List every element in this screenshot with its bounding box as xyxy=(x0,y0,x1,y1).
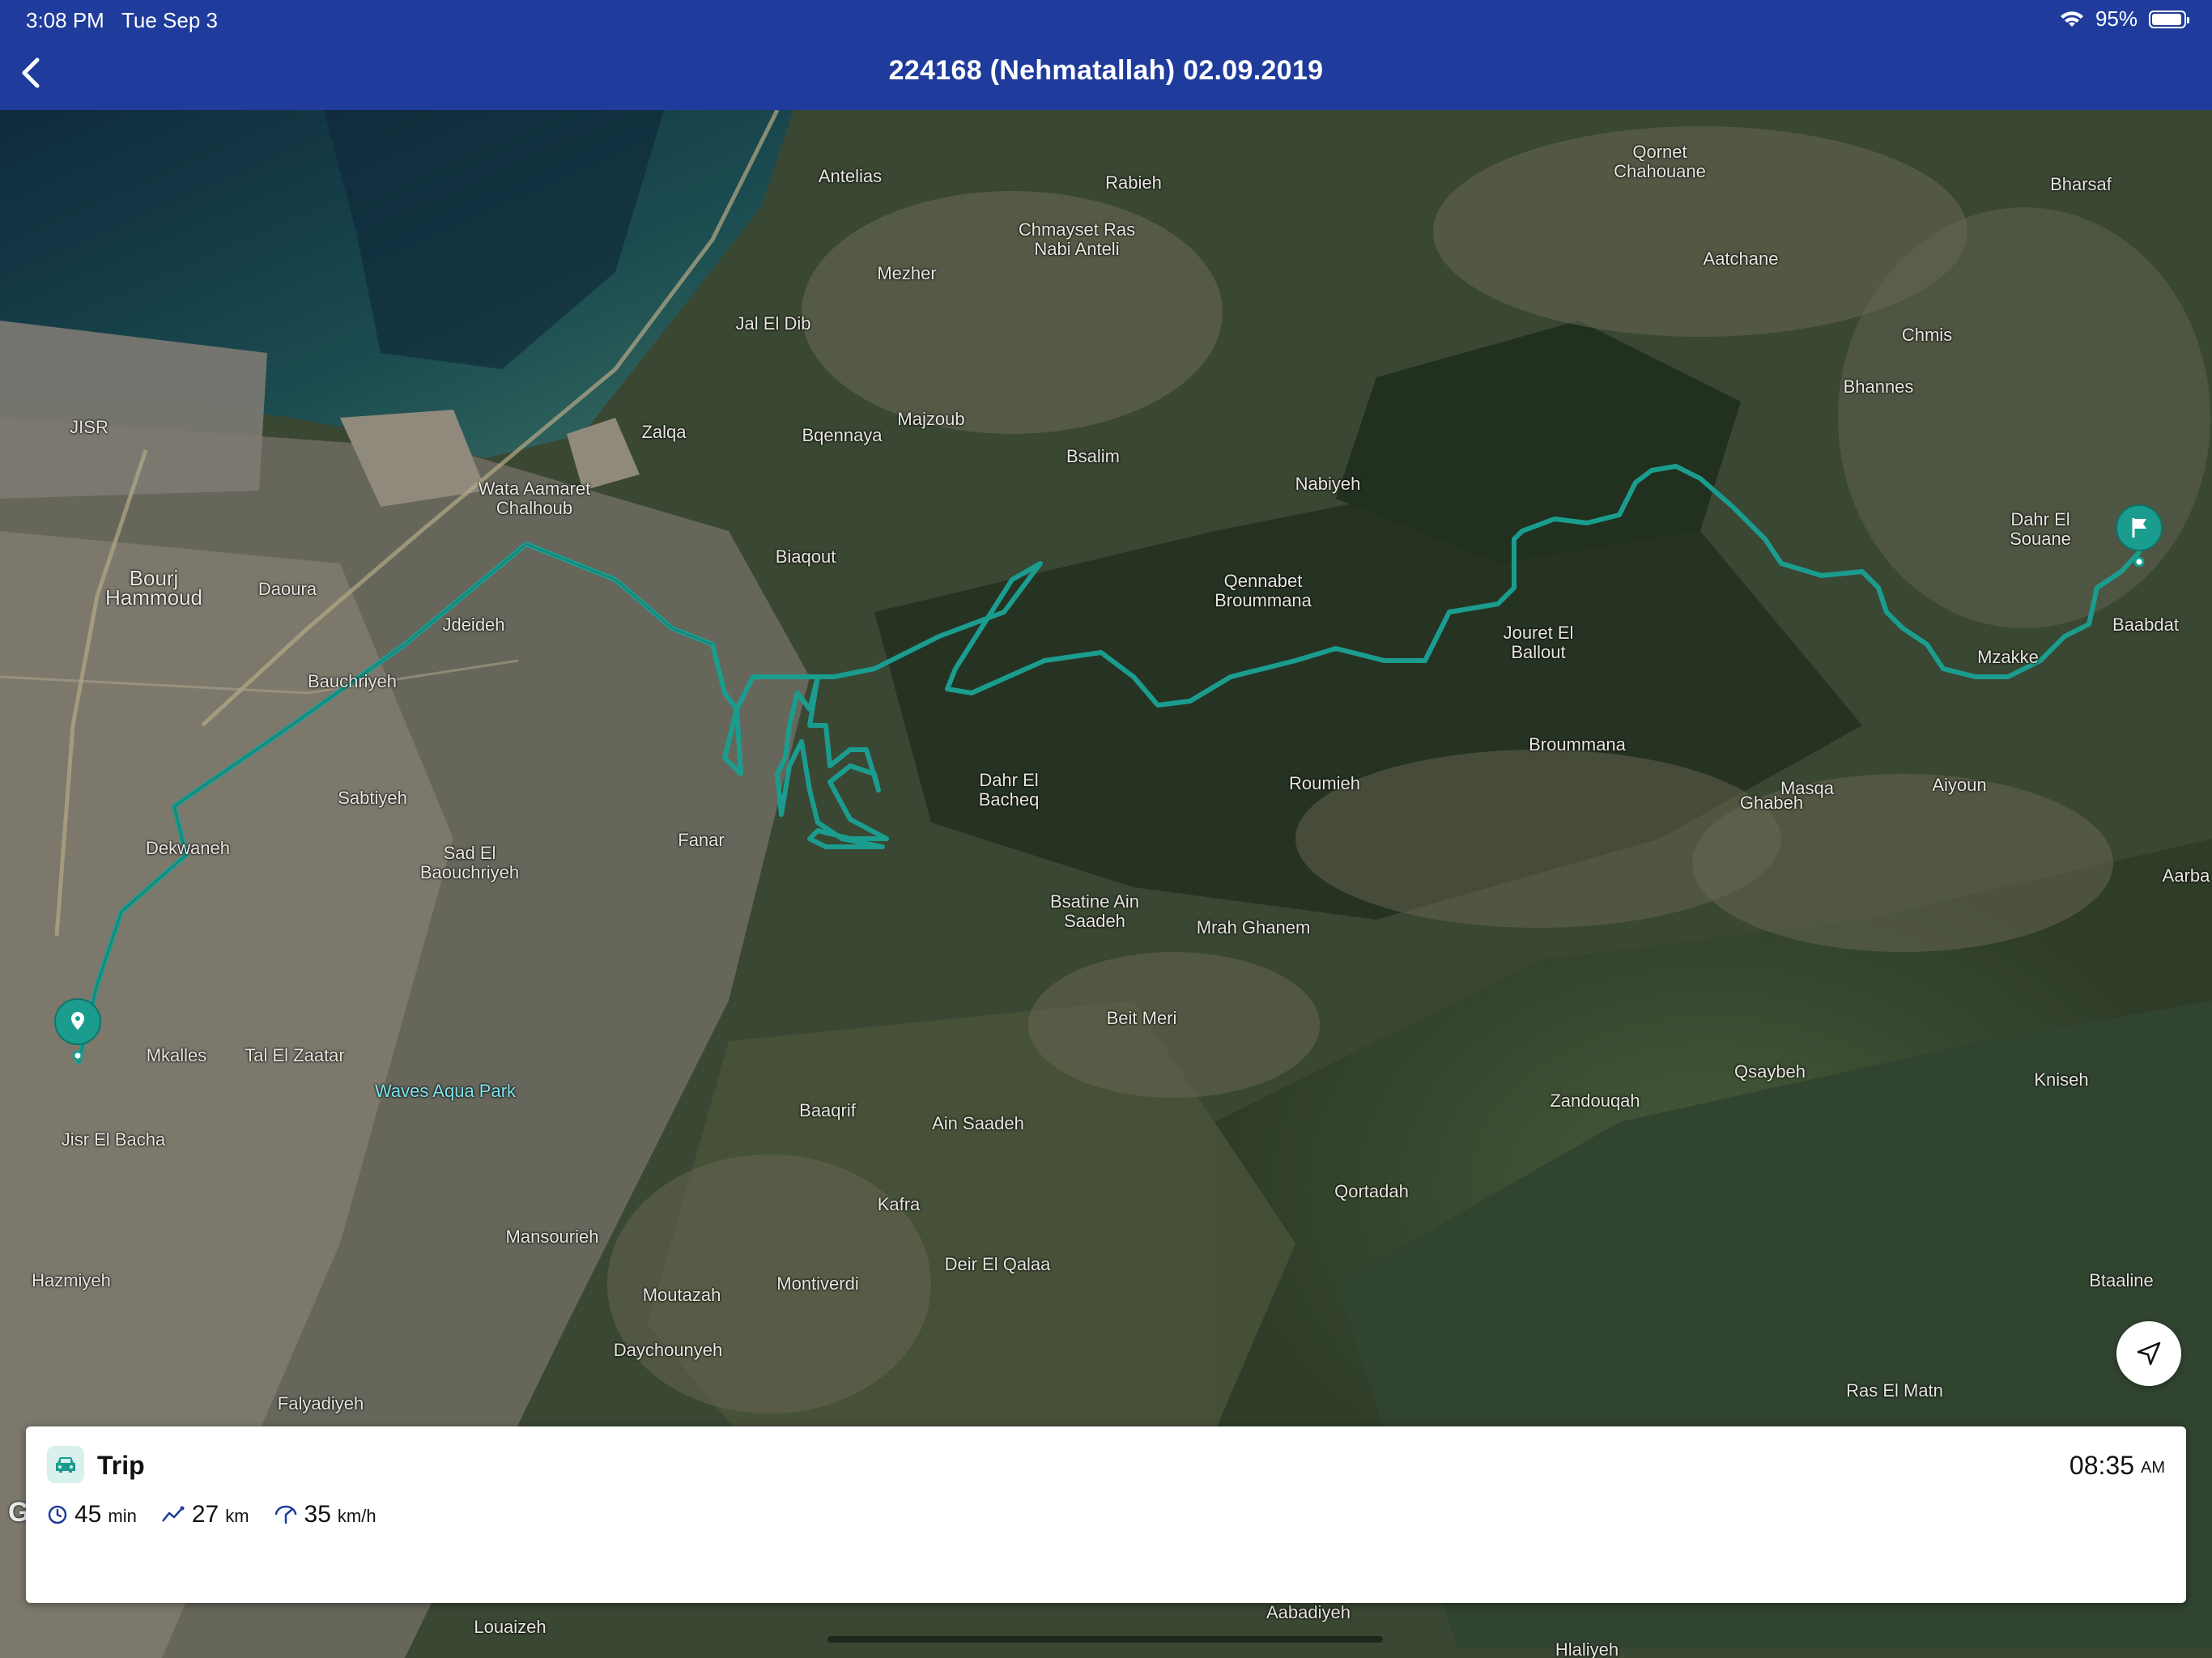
place-label: Mezher xyxy=(877,263,937,283)
speedometer-icon xyxy=(274,1505,296,1524)
place-label: Hlaliyeh xyxy=(1555,1639,1619,1658)
place-label: Qortadah xyxy=(1334,1181,1409,1201)
place-label: Montiverdi xyxy=(776,1273,859,1294)
place-label: Jisr El Bacha xyxy=(61,1129,166,1150)
place-label: Daychounyeh xyxy=(613,1340,723,1360)
place-label: Hazmiyeh xyxy=(32,1270,111,1290)
place-label: Bqennaya xyxy=(802,425,883,445)
place-label: Waves Aqua Park xyxy=(374,1081,517,1101)
place-label: Beit Meri xyxy=(1106,1008,1177,1028)
clock-icon xyxy=(48,1505,67,1524)
place-label: Bsalim xyxy=(1066,446,1121,466)
place-label: Aabadiyeh xyxy=(1266,1602,1351,1622)
place-label: Mrah Ghanem xyxy=(1196,917,1311,937)
place-label: Wata Aamaret Chalhoub xyxy=(478,478,591,518)
place-label: Moutazah xyxy=(642,1285,721,1305)
place-label: Bhannes xyxy=(1843,376,1914,397)
battery-icon xyxy=(2149,10,2189,28)
place-label: Chmayset Ras Nabi Anteli xyxy=(1018,219,1136,259)
location-pin-icon xyxy=(54,998,101,1061)
duration-unit: min xyxy=(108,1506,137,1526)
place-label: Baabdat xyxy=(2112,614,2179,635)
home-indicator[interactable] xyxy=(827,1636,1383,1643)
place-label: Sabtiyeh xyxy=(338,788,407,808)
place-label: Nabiyeh xyxy=(1295,474,1361,494)
duration-stat: 45 min xyxy=(47,1501,137,1528)
place-label: Tal El Zaatar xyxy=(245,1045,345,1065)
distance-value: 27 xyxy=(191,1501,219,1528)
place-label: Chmis xyxy=(1901,325,1953,345)
place-label: Broummana xyxy=(1529,734,1626,755)
place-label: Bauchriyeh xyxy=(307,671,398,691)
navigation-arrow-icon xyxy=(2137,1341,2161,1366)
place-label: Zalqa xyxy=(641,422,687,442)
place-label: Kafra xyxy=(877,1194,921,1214)
place-label: Biaqout xyxy=(775,546,836,567)
place-label: Aarba xyxy=(2162,865,2210,886)
flag-icon xyxy=(2116,504,2163,568)
place-label: Mansourieh xyxy=(505,1226,599,1247)
status-date: Tue Sep 3 xyxy=(121,8,219,32)
status-bar: 3:08 PM Tue Sep 3 95% xyxy=(0,0,2212,39)
place-label: Roumieh xyxy=(1288,773,1361,793)
place-label: Jouret El Ballout xyxy=(1503,623,1574,662)
place-label: Jdeideh xyxy=(442,614,505,635)
end-pin[interactable] xyxy=(2113,504,2165,568)
car-icon xyxy=(47,1446,84,1483)
place-label: Kniseh xyxy=(2034,1069,2089,1090)
place-label: Aatchane xyxy=(1703,249,1779,269)
trip-card[interactable]: Trip 08:35 AM 45 min 27 km 35 km/h xyxy=(26,1426,2186,1603)
wifi-icon xyxy=(2060,11,2083,27)
status-time: 3:08 PM xyxy=(26,8,104,32)
duration-value: 45 xyxy=(74,1501,102,1528)
battery-percent: 95% xyxy=(2095,6,2138,31)
place-label: Bourj Hammoud xyxy=(105,566,202,610)
speed-value: 35 xyxy=(304,1501,331,1528)
place-label: Daoura xyxy=(257,579,317,599)
place-label: Rabieh xyxy=(1105,172,1162,193)
trend-line-icon xyxy=(161,1506,185,1522)
place-label: Qsaybeh xyxy=(1733,1061,1806,1082)
place-label: Ras El Matn xyxy=(1846,1380,1943,1401)
status-right: 95% xyxy=(2060,6,2189,32)
place-label: Qornet Chahouane xyxy=(1614,142,1706,181)
place-label: Jal El Dib xyxy=(735,313,811,334)
place-label: Dekwaneh xyxy=(146,838,230,858)
place-label: Sad El Baouchriyeh xyxy=(419,843,520,882)
trip-time-value: 08:35 xyxy=(2069,1451,2134,1480)
place-label: Antelias xyxy=(818,166,883,186)
trip-start-time: 08:35 AM xyxy=(2069,1451,2165,1481)
place-label: Ain Saadeh xyxy=(932,1113,1024,1133)
start-pin[interactable] xyxy=(52,997,104,1062)
place-label: Masqa xyxy=(1780,778,1835,798)
place-label: Bsatine Ain Saadeh xyxy=(1049,891,1140,931)
place-label: Majzoub xyxy=(897,409,965,429)
speed-stat: 35 km/h xyxy=(274,1501,376,1528)
place-label: Deir El Qalaa xyxy=(944,1254,1051,1274)
place-label: Mzakke xyxy=(1977,647,2039,667)
trip-stats: 45 min 27 km 35 km/h xyxy=(47,1501,376,1528)
trip-time-ampm: AM xyxy=(2141,1459,2165,1477)
distance-stat: 27 km xyxy=(161,1501,249,1528)
page-title: 224168 (Nehmatallah) 02.09.2019 xyxy=(888,55,1324,86)
place-label: Dahr El Bacheq xyxy=(978,770,1040,810)
top-bar: 3:08 PM Tue Sep 3 95% 224168 (Nehmatalla… xyxy=(0,0,2212,110)
place-label: Falyadiyeh xyxy=(277,1393,364,1414)
speed-unit: km/h xyxy=(337,1506,376,1526)
place-label: Baaqrif xyxy=(799,1100,856,1120)
place-label: Mkalles xyxy=(146,1045,207,1065)
place-label: JISR xyxy=(70,417,108,437)
distance-unit: km xyxy=(225,1506,249,1526)
place-label: Zandouqah xyxy=(1550,1090,1640,1111)
place-label: Btaaline xyxy=(2089,1270,2154,1290)
locate-button[interactable] xyxy=(2116,1321,2181,1386)
place-label: Fanar xyxy=(678,830,725,850)
place-label: Qennabet Broummana xyxy=(1214,571,1312,610)
place-label: Louaizeh xyxy=(474,1617,547,1637)
place-label: Bharsaf xyxy=(2050,174,2112,194)
place-label: Aiyoun xyxy=(1932,775,1987,795)
trip-label: Trip xyxy=(97,1451,145,1480)
place-label: Dahr El Souane xyxy=(2010,509,2071,549)
